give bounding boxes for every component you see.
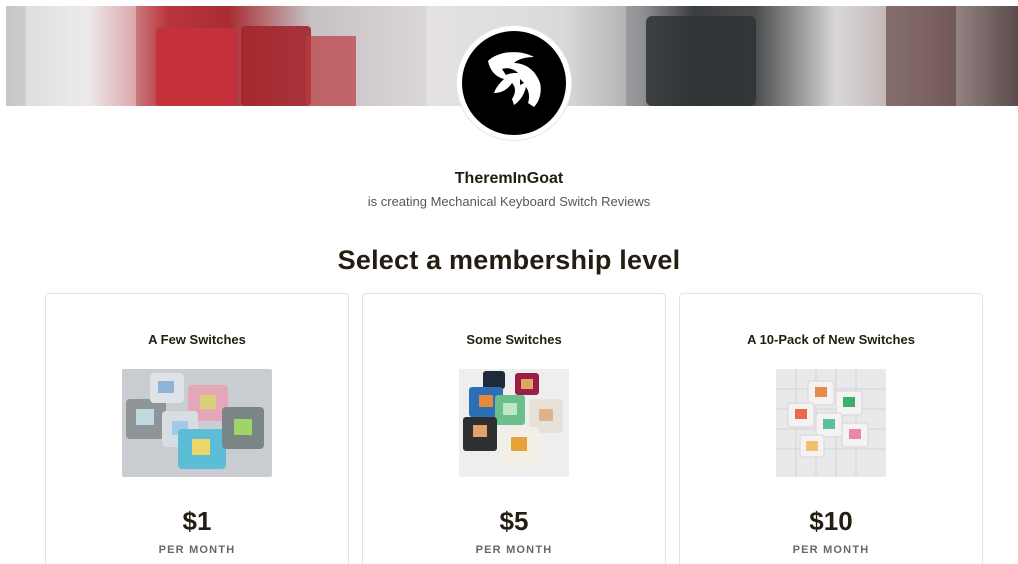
tier-card-few-switches[interactable]: A Few Switches $1 PER MONTH <box>45 293 349 564</box>
tier-image <box>459 369 569 477</box>
creator-tagline: is creating Mechanical Keyboard Switch R… <box>367 194 651 209</box>
tier-title: A Few Switches <box>148 332 246 347</box>
tier-card-10-pack[interactable]: A 10-Pack of New Switches $10 PER MONTH <box>679 293 983 564</box>
tier-period: PER MONTH <box>792 544 870 556</box>
tier-period: PER MONTH <box>158 544 236 556</box>
tier-title: A 10-Pack of New Switches <box>747 332 915 347</box>
tier-image <box>776 369 886 477</box>
goat-head-icon <box>488 52 541 107</box>
tier-card-some-switches[interactable]: Some Switches $5 PER MONTH <box>362 293 666 564</box>
tier-title: Some Switches <box>466 332 562 347</box>
tier-price: $5 <box>499 506 529 536</box>
tier-price: $10 <box>809 506 853 536</box>
creator-name[interactable]: TheremInGoat <box>0 170 1018 188</box>
tier-period: PER MONTH <box>475 544 553 556</box>
creator-avatar[interactable] <box>457 26 571 140</box>
membership-heading: Select a membership level <box>337 245 681 275</box>
tier-image <box>122 369 272 477</box>
tier-price: $1 <box>182 506 212 536</box>
